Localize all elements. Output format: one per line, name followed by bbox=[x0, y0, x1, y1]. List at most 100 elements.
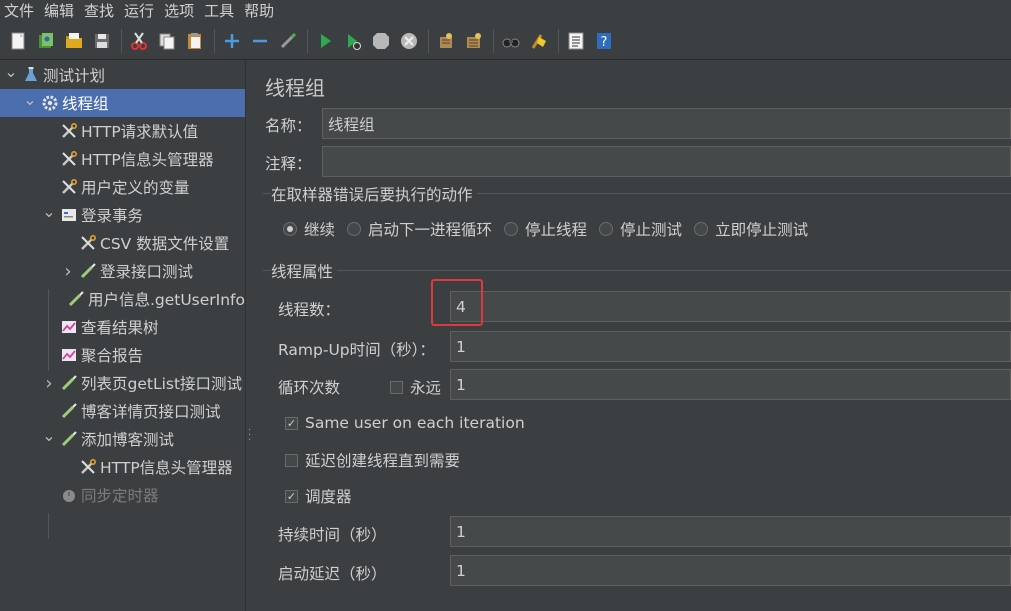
loop-count-field[interactable]: 1 bbox=[450, 369, 1011, 400]
chevron-down-icon[interactable]: ⌄ bbox=[42, 426, 56, 445]
radio-button[interactable] bbox=[283, 222, 297, 236]
menu-search[interactable]: 查找 bbox=[79, 0, 119, 22]
scheduler-row[interactable]: ✓ 调度器 bbox=[285, 485, 352, 507]
radio-button[interactable] bbox=[347, 222, 362, 236]
error-action-group-title: 在取样器错误后要执行的动作 bbox=[271, 183, 477, 205]
svg-text:?: ? bbox=[601, 35, 608, 50]
templates-icon[interactable] bbox=[34, 29, 58, 53]
radio-button[interactable] bbox=[599, 222, 614, 236]
tree-item-label: CSV 数据文件设置 bbox=[100, 235, 230, 253]
chevron-right-icon[interactable]: › bbox=[61, 261, 75, 282]
menu-options[interactable]: 选项 bbox=[159, 0, 199, 22]
radio-stop-test[interactable]: 停止测试 bbox=[599, 218, 682, 240]
rampup-field[interactable]: 1 bbox=[450, 331, 1011, 362]
toggle-icon[interactable] bbox=[276, 29, 300, 53]
chevron-down-icon[interactable]: ⌄ bbox=[4, 62, 18, 81]
chevron-down-icon[interactable]: ⌄ bbox=[23, 90, 37, 109]
scheduler-label: 调度器 bbox=[305, 488, 352, 506]
sampler-icon bbox=[60, 402, 78, 420]
tree-item-label: HTTP信息头管理器 bbox=[81, 151, 214, 169]
tree-item-1[interactable]: ⌄ 线程组 bbox=[0, 89, 245, 117]
tree-item-13[interactable]: ⌄ 添加博客测试 bbox=[0, 425, 245, 453]
new-icon[interactable] bbox=[6, 29, 30, 53]
search-icon[interactable] bbox=[499, 29, 523, 53]
tree-guide-line bbox=[48, 513, 49, 539]
toolbar-separator bbox=[121, 28, 122, 53]
tree-item-6[interactable]: CSV 数据文件设置 bbox=[0, 229, 245, 257]
delay-thread-creation-row[interactable]: 延迟创建线程直到需要 bbox=[285, 449, 460, 471]
tree-item-label: 登录接口测试 bbox=[100, 263, 194, 281]
clear-icon[interactable] bbox=[434, 29, 458, 53]
shutdown-icon[interactable] bbox=[397, 29, 421, 53]
listener-icon bbox=[60, 318, 78, 336]
splitter-grip-icon[interactable]: · · · bbox=[248, 426, 251, 446]
tree-item-15[interactable]: 同步定时器 bbox=[0, 481, 245, 509]
tree-item-9[interactable]: 查看结果树 bbox=[0, 313, 245, 341]
name-field[interactable]: 线程组 bbox=[322, 108, 1011, 139]
thread-props-group-title: 线程属性 bbox=[271, 260, 338, 282]
same-user-checkbox[interactable]: ✓ bbox=[285, 416, 298, 430]
listener-icon bbox=[60, 346, 78, 364]
radio-stop-test-now[interactable]: 立即停止测试 bbox=[694, 218, 808, 240]
name-label: 名称： bbox=[265, 117, 312, 135]
tree-item-8[interactable]: 用户信息.getUserInfo bbox=[0, 285, 245, 313]
start-no-pause-icon[interactable] bbox=[341, 29, 365, 53]
tree-item-label: HTTP信息头管理器 bbox=[100, 459, 233, 477]
forever-checkbox-row[interactable]: 永远 bbox=[390, 376, 441, 398]
menu-help[interactable]: 帮助 bbox=[239, 0, 279, 22]
menu-run[interactable]: 运行 bbox=[119, 0, 159, 22]
comment-field[interactable] bbox=[322, 146, 1011, 177]
tree-item-14[interactable]: HTTP信息头管理器 bbox=[0, 453, 245, 481]
radio-button[interactable] bbox=[694, 222, 709, 236]
tree-item-12[interactable]: 博客详情页接口测试 bbox=[0, 397, 245, 425]
tree-item-4[interactable]: 用户定义的变量 bbox=[0, 173, 245, 201]
copy-icon[interactable] bbox=[155, 29, 179, 53]
startup-delay-field[interactable]: 1 bbox=[450, 555, 1011, 586]
tree-item-label: 添加博客测试 bbox=[81, 431, 175, 449]
config-element-icon bbox=[60, 122, 78, 140]
tree-item-11[interactable]: › 列表页getList接口测试 bbox=[0, 369, 245, 397]
menu-tools[interactable]: 工具 bbox=[199, 0, 239, 22]
radio-continue[interactable]: 继续 bbox=[283, 218, 335, 240]
duration-field[interactable]: 1 bbox=[450, 516, 1011, 547]
rampup-label: Ramp-Up时间（秒）： bbox=[278, 341, 435, 359]
menu-file[interactable]: 文件 bbox=[0, 0, 39, 22]
radio-button[interactable] bbox=[504, 222, 519, 236]
tree-item-2[interactable]: HTTP请求默认值 bbox=[0, 117, 245, 145]
tree-item-5[interactable]: ⌄ 登录事务 bbox=[0, 201, 245, 229]
paste-icon[interactable] bbox=[183, 29, 207, 53]
tree-item-3[interactable]: HTTP信息头管理器 bbox=[0, 145, 245, 173]
threads-field[interactable]: 4 bbox=[450, 291, 1011, 322]
collapse-icon[interactable] bbox=[248, 29, 272, 53]
start-icon[interactable] bbox=[313, 29, 337, 53]
forever-checkbox[interactable] bbox=[390, 380, 403, 394]
save-icon[interactable] bbox=[90, 29, 114, 53]
stop-icon[interactable] bbox=[369, 29, 393, 53]
sampler-icon bbox=[79, 262, 97, 280]
toolbar-separator bbox=[558, 28, 559, 53]
delay-thread-creation-checkbox[interactable] bbox=[285, 453, 298, 467]
open-icon[interactable] bbox=[62, 29, 86, 53]
tree-item-0[interactable]: ⌄ 测试计划 bbox=[0, 61, 245, 89]
tree-item-7[interactable]: › 登录接口测试 bbox=[0, 257, 245, 285]
radio-stop-thread[interactable]: 停止线程 bbox=[504, 218, 587, 240]
clear-all-icon[interactable] bbox=[462, 29, 486, 53]
expand-icon[interactable] bbox=[220, 29, 244, 53]
chevron-right-icon[interactable]: › bbox=[42, 373, 56, 394]
same-user-row[interactable]: ✓ Same user on each iteration bbox=[285, 414, 525, 432]
splitter[interactable] bbox=[245, 60, 255, 611]
panel-title: 线程组 bbox=[265, 76, 325, 100]
tree-item-label: 用户信息.getUserInfo bbox=[87, 291, 245, 309]
help-icon[interactable]: ? bbox=[592, 29, 616, 53]
radio-start-next-loop[interactable]: 启动下一进程循环 bbox=[347, 218, 492, 240]
transaction-controller-icon bbox=[60, 206, 78, 224]
menu-edit[interactable]: 编辑 bbox=[39, 0, 79, 22]
cut-icon[interactable] bbox=[127, 29, 151, 53]
tree-item-10[interactable]: 聚合报告 bbox=[0, 341, 245, 369]
scheduler-checkbox[interactable]: ✓ bbox=[285, 489, 298, 503]
function-helper-icon[interactable] bbox=[564, 29, 588, 53]
chevron-down-icon[interactable]: ⌄ bbox=[42, 202, 56, 221]
reset-search-icon[interactable] bbox=[527, 29, 551, 53]
